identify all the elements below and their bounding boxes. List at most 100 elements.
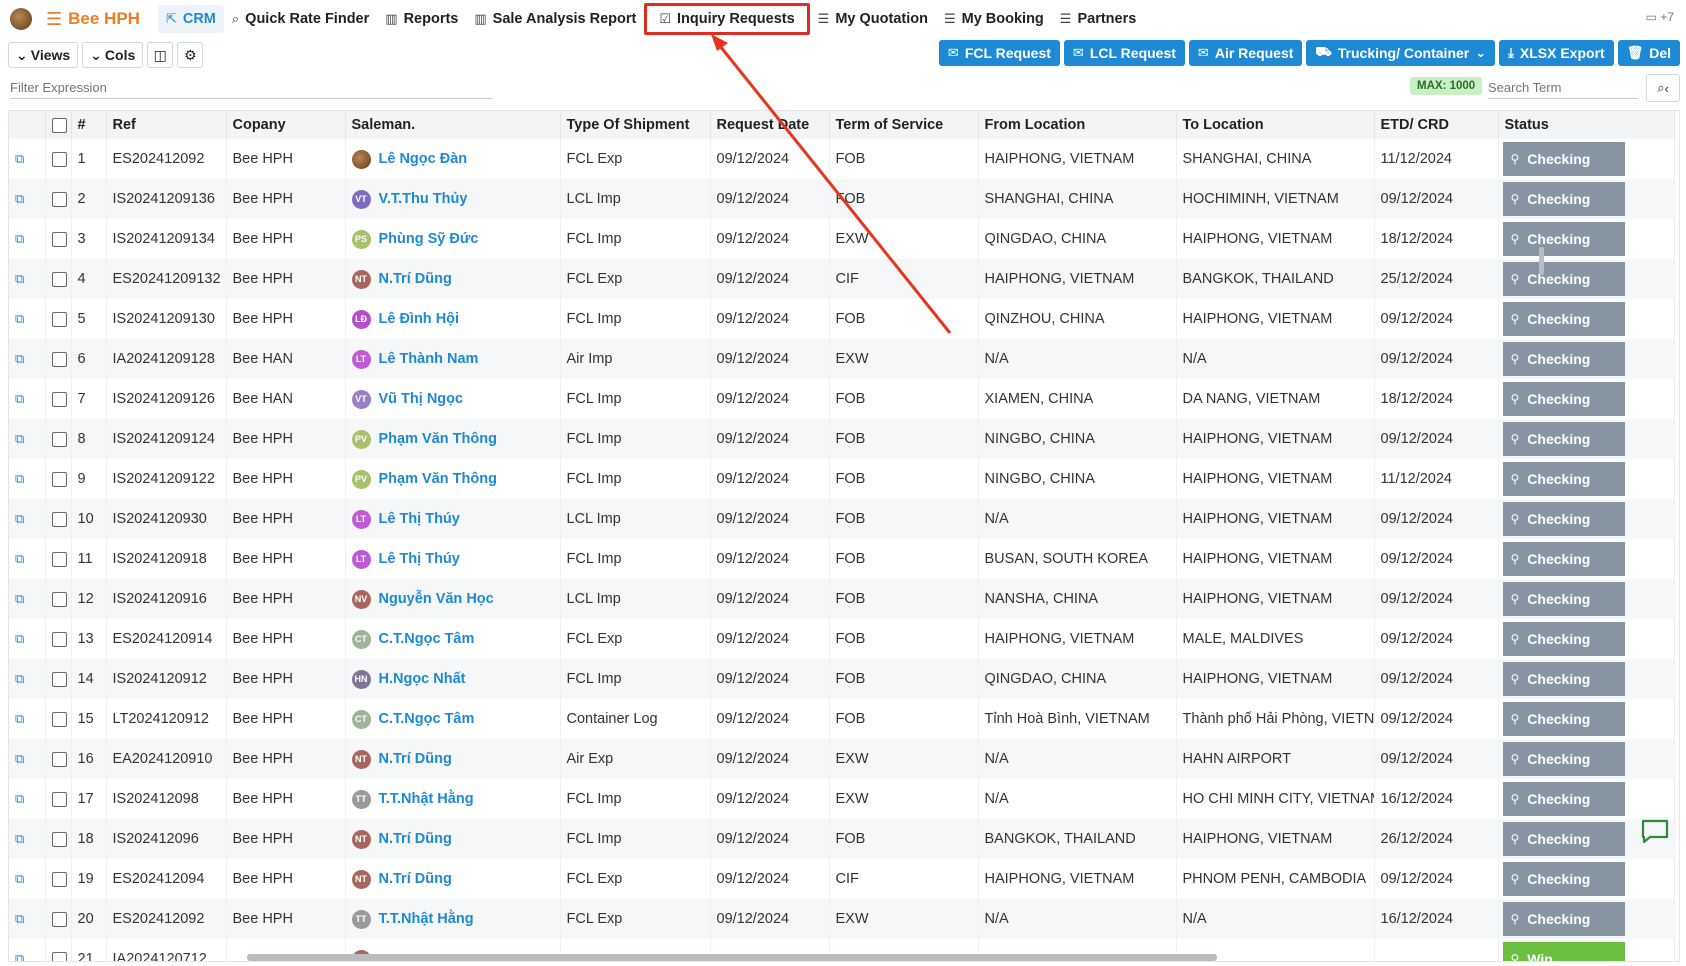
trucking-container-dropdown[interactable]: ⛟ Trucking/ Container ⌄: [1306, 40, 1496, 66]
external-link-icon[interactable]: ⧉: [15, 671, 24, 686]
saleman-name[interactable]: Lê Đình Hội: [379, 311, 460, 327]
row-checkbox[interactable]: [51, 391, 67, 407]
saleman-cell[interactable]: VT Vũ Thị Ngọc: [345, 379, 561, 419]
open-row-cell[interactable]: ⧉: [9, 539, 46, 579]
select-cell[interactable]: [45, 899, 72, 939]
cols-dropdown[interactable]: ⌄ Cols: [82, 42, 144, 68]
select-all-checkbox[interactable]: [51, 117, 67, 133]
saleman-name[interactable]: N.Trí Dũng: [379, 831, 452, 847]
saleman-cell[interactable]: NV Nguyễn Văn Học: [345, 579, 561, 619]
saleman-link[interactable]: LT Lê Thị Thúy: [351, 549, 554, 569]
saleman-cell[interactable]: PV Phạm Văn Thông: [345, 419, 561, 459]
open-row-cell[interactable]: ⧉: [9, 859, 46, 899]
notifications-button[interactable]: ▭ +7: [1646, 10, 1674, 24]
open-row-cell[interactable]: ⧉: [9, 459, 46, 499]
open-row-cell[interactable]: ⧉: [9, 739, 46, 779]
settings-button[interactable]: ⚙: [177, 42, 204, 68]
external-link-icon[interactable]: ⧉: [15, 191, 24, 206]
views-dropdown[interactable]: ⌄ Views: [8, 42, 79, 68]
row-checkbox[interactable]: [51, 191, 67, 207]
row-checkbox[interactable]: [51, 551, 67, 567]
select-cell[interactable]: [45, 339, 72, 379]
row-checkbox[interactable]: [51, 311, 67, 327]
column-header[interactable]: Saleman.: [345, 111, 561, 139]
select-cell[interactable]: [45, 859, 72, 899]
column-header[interactable]: ETD/ CRD: [1374, 111, 1499, 139]
saleman-link[interactable]: VT V.T.Thu Thủy: [351, 189, 554, 209]
chat-bubble-icon[interactable]: [1640, 818, 1670, 844]
header-select-all[interactable]: [45, 111, 72, 139]
status-button[interactable]: ⚲ Checking: [1502, 582, 1625, 616]
open-row-cell[interactable]: ⧉: [9, 619, 46, 659]
saleman-cell[interactable]: NT N.Trí Dũng: [345, 859, 561, 899]
saleman-name[interactable]: C.T.Ngọc Tâm: [379, 711, 475, 727]
table-row[interactable]: ⧉ 3 IS20241209134 Bee HPH PS Phùng Sỹ Đức FCL …: [9, 219, 1675, 259]
external-link-icon[interactable]: ⧉: [15, 951, 24, 961]
saleman-cell[interactable]: PS Phùng Sỹ Đức: [345, 219, 561, 259]
external-link-icon[interactable]: ⧉: [15, 431, 24, 446]
saleman-cell[interactable]: Lê Ngọc Đàn: [345, 139, 561, 179]
external-link-icon[interactable]: ⧉: [15, 471, 24, 486]
status-button[interactable]: ⚲ Checking: [1502, 902, 1625, 936]
saleman-link[interactable]: TT T.T.Nhật Hằng: [351, 909, 554, 929]
column-header[interactable]: From Location: [978, 111, 1177, 139]
saleman-link[interactable]: NT N.Trí Dũng: [351, 749, 554, 769]
search-button[interactable]: ⌕ ‹: [1646, 74, 1680, 102]
status-button[interactable]: ⚲ Checking: [1502, 462, 1625, 496]
saleman-link[interactable]: LĐ Lê Đình Hội: [351, 309, 554, 329]
select-cell[interactable]: [45, 499, 72, 539]
open-row-cell[interactable]: ⧉: [9, 899, 46, 939]
external-link-icon[interactable]: ⧉: [15, 871, 24, 886]
column-header[interactable]: Type Of Shipment: [560, 111, 711, 139]
row-checkbox[interactable]: [51, 871, 67, 887]
table-row[interactable]: ⧉ 19 ES202412094 Bee HPH NT N.Trí Dũng FCL Exp…: [9, 859, 1675, 899]
saleman-link[interactable]: PV Phạm Văn Thông: [351, 429, 554, 449]
saleman-cell[interactable]: NT N.Trí Dũng: [345, 259, 561, 299]
column-header[interactable]: Request Date: [710, 111, 830, 139]
select-cell[interactable]: [45, 739, 72, 779]
nav-reports[interactable]: ▥ Reports: [377, 5, 466, 33]
air-request-button[interactable]: ✉ Air Request: [1188, 40, 1303, 66]
select-cell[interactable]: [45, 659, 72, 699]
table-row[interactable]: ⧉ 5 IS20241209130 Bee HPH LĐ Lê Đình Hội FCL I…: [9, 299, 1675, 339]
vertical-scrollbar[interactable]: [1539, 247, 1544, 275]
select-cell[interactable]: [45, 179, 72, 219]
column-header[interactable]: Ref: [106, 111, 227, 139]
nav-inquiry-requests[interactable]: ☑ Inquiry Requests: [644, 3, 810, 35]
nav-sale-analysis-report[interactable]: ▥ Sale Analysis Report: [466, 5, 644, 33]
saleman-cell[interactable]: NT N.Trí Dũng: [345, 819, 561, 859]
table-row[interactable]: ⧉ 12 IS2024120916 Bee HPH NV Nguyễn Văn Học LC…: [9, 579, 1675, 619]
open-row-cell[interactable]: ⧉: [9, 659, 46, 699]
row-checkbox[interactable]: [51, 351, 67, 367]
saleman-name[interactable]: Lê Thị Thúy: [379, 511, 460, 527]
external-link-icon[interactable]: ⧉: [15, 631, 24, 646]
saleman-name[interactable]: V.T.Thu Thủy: [379, 191, 468, 207]
external-link-icon[interactable]: ⧉: [15, 391, 24, 406]
table-row[interactable]: ⧉ 4 ES20241209132 Bee HPH NT N.Trí Dũng FCL Ex…: [9, 259, 1675, 299]
open-row-cell[interactable]: ⧉: [9, 339, 46, 379]
status-button[interactable]: ⚲ Checking: [1502, 702, 1625, 736]
status-button[interactable]: ⚲ Checking: [1502, 342, 1625, 376]
open-row-cell[interactable]: ⧉: [9, 699, 46, 739]
saleman-cell[interactable]: PV Phạm Văn Thông: [345, 459, 561, 499]
saleman-link[interactable]: CT C.T.Ngọc Tâm: [351, 629, 554, 649]
status-button[interactable]: ⚲ Checking: [1502, 822, 1625, 856]
column-header[interactable]: #: [71, 111, 107, 139]
saleman-link[interactable]: PS Phùng Sỹ Đức: [351, 229, 554, 249]
row-checkbox[interactable]: [51, 511, 67, 527]
external-link-icon[interactable]: ⧉: [15, 551, 24, 566]
select-cell[interactable]: [45, 259, 72, 299]
nav-partners[interactable]: ☰ Partners: [1052, 5, 1145, 33]
saleman-link[interactable]: Lê Ngọc Đàn: [351, 149, 554, 169]
external-link-icon[interactable]: ⧉: [15, 711, 24, 726]
saleman-name[interactable]: Phạm Văn Thông: [379, 431, 497, 447]
table-row[interactable]: ⧉ 11 IS2024120918 Bee HPH LT Lê Thị Thúy FCL I…: [9, 539, 1675, 579]
saleman-link[interactable]: NT N.Trí Dũng: [351, 269, 554, 289]
table-row[interactable]: ⧉ 13 ES2024120914 Bee HPH CT C.T.Ngọc Tâm FCL …: [9, 619, 1675, 659]
status-button[interactable]: ⚲ Checking: [1502, 302, 1625, 336]
nav-quick-rate-finder[interactable]: ⌕ Quick Rate Finder: [224, 5, 377, 33]
external-link-icon[interactable]: ⧉: [15, 791, 24, 806]
row-checkbox[interactable]: [51, 791, 67, 807]
saleman-name[interactable]: N.Trí Dũng: [379, 871, 452, 887]
saleman-cell[interactable]: TT T.T.Nhật Hằng: [345, 899, 561, 939]
